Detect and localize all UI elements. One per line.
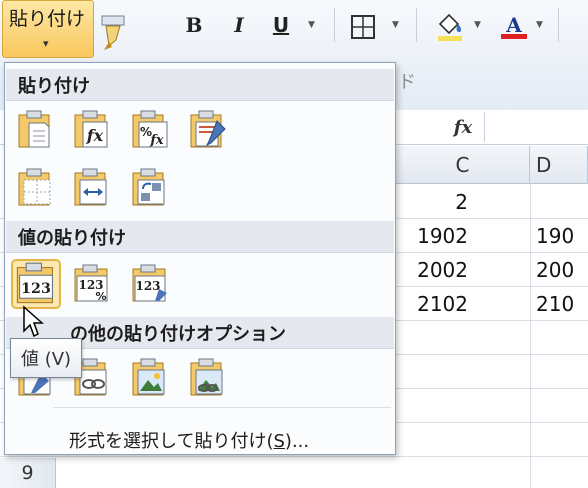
- svg-text:fx: fx: [149, 133, 164, 148]
- paste-options-menu: 貼り付け fx % fx 値の貼り付け 123 123% 123 の他の貼り付けオ…: [4, 62, 396, 455]
- formula-input[interactable]: [484, 112, 588, 142]
- grid-line: [0, 456, 588, 457]
- svg-text:123: 123: [21, 281, 51, 297]
- cell-d5[interactable]: 210: [536, 292, 588, 316]
- column-header-c[interactable]: C: [396, 146, 530, 184]
- toolbar-divider: [334, 8, 335, 42]
- paste-special-accelerator: S: [273, 431, 285, 452]
- chevron-down-icon[interactable]: ▼: [392, 20, 399, 30]
- paste-special-command[interactable]: 形式を選択して貼り付け(S)...: [69, 427, 309, 453]
- chevron-down-icon[interactable]: ▼: [536, 20, 543, 30]
- cell-c4[interactable]: 2002: [400, 258, 468, 282]
- cell-c2[interactable]: 2: [400, 190, 468, 214]
- chevron-down-icon: ▾: [43, 37, 49, 50]
- format-painter-icon[interactable]: [96, 14, 130, 52]
- paste-values-icon[interactable]: 123: [11, 259, 61, 309]
- svg-text:123: 123: [135, 279, 160, 293]
- linked-picture-icon[interactable]: [187, 357, 229, 399]
- fill-color-icon[interactable]: [432, 10, 466, 42]
- keep-column-widths-icon[interactable]: [71, 167, 113, 209]
- toolbar-divider: [416, 8, 417, 42]
- font-color-swatch: [501, 34, 527, 39]
- chevron-down-icon[interactable]: ▼: [474, 20, 481, 30]
- cell-c3[interactable]: 1902: [400, 224, 468, 248]
- cell-d3[interactable]: 190: [536, 224, 588, 248]
- italic-button[interactable]: I: [226, 10, 252, 40]
- cell-c5[interactable]: 2102: [400, 292, 468, 316]
- paste-formulas-number-format-icon[interactable]: % fx: [129, 109, 171, 151]
- menu-divider: [53, 407, 391, 408]
- svg-text:fx: fx: [86, 126, 104, 145]
- cell-d4[interactable]: 200: [536, 258, 588, 282]
- transpose-icon[interactable]: [129, 167, 171, 209]
- menu-section-paste-values: 値の貼り付け: [6, 221, 394, 253]
- menu-section-paste: 貼り付け: [6, 69, 394, 101]
- svg-text:%: %: [95, 290, 106, 303]
- toolbar-divider: [558, 8, 559, 42]
- paste-no-borders-icon[interactable]: [15, 167, 57, 209]
- paste-picture-icon[interactable]: [129, 357, 171, 399]
- paste-values-number-format-icon[interactable]: 123%: [71, 263, 113, 305]
- paste-icon[interactable]: [15, 109, 57, 151]
- paste-special-suffix: )...: [284, 431, 310, 452]
- keep-source-formatting-icon[interactable]: [187, 109, 229, 151]
- row-header-9[interactable]: 9: [0, 458, 56, 488]
- paste-button-label: 貼り付け: [9, 8, 86, 30]
- insert-function-button[interactable]: fx: [444, 112, 482, 142]
- column-header-d[interactable]: D: [530, 146, 588, 184]
- underline-button[interactable]: U: [268, 10, 294, 40]
- borders-icon[interactable]: [350, 14, 376, 40]
- paste-button[interactable]: 貼り付け ▾: [2, 0, 94, 58]
- grid-line: [530, 184, 531, 487]
- mouse-cursor-icon: [23, 305, 44, 338]
- paste-values-source-formatting-icon[interactable]: 123: [129, 263, 171, 305]
- paste-special-label: 形式を選択して貼り付け(: [69, 431, 274, 452]
- tooltip-paste-values: 値 (V): [10, 338, 83, 378]
- chevron-down-icon[interactable]: ▼: [308, 20, 315, 30]
- bold-button[interactable]: B: [180, 10, 208, 40]
- paste-formulas-icon[interactable]: fx: [71, 109, 113, 151]
